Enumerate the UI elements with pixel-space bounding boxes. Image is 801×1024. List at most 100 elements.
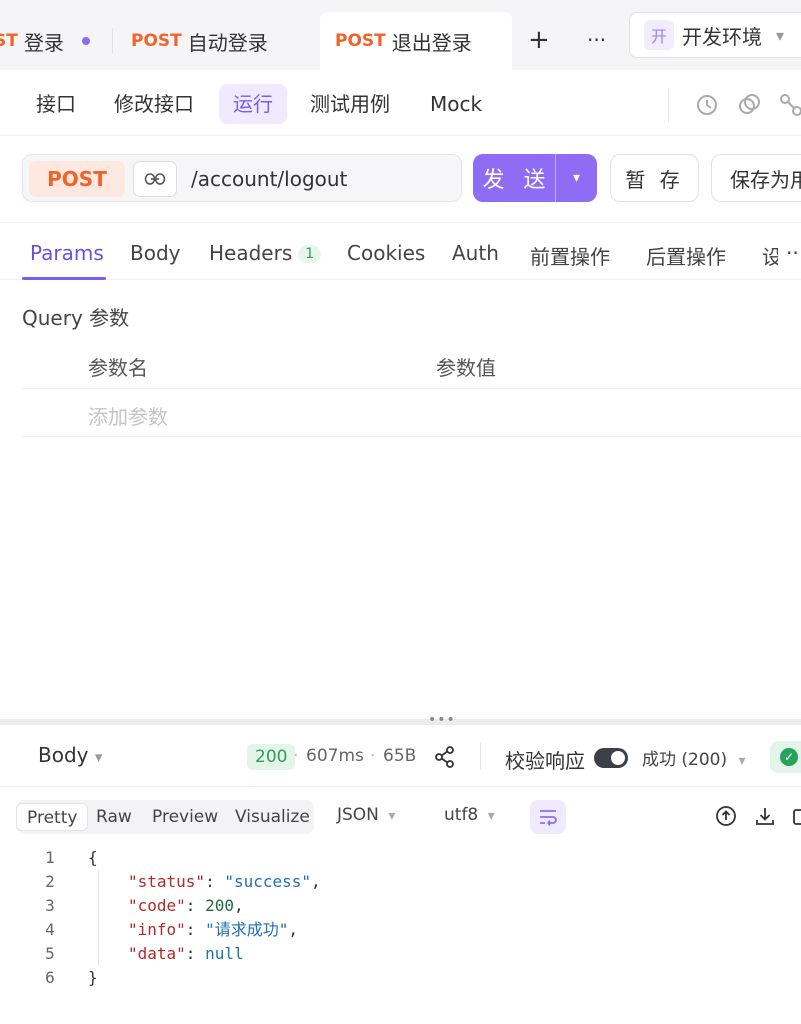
header-divider (480, 743, 481, 769)
result-select[interactable]: 成功 (200) ▾ (642, 745, 746, 770)
tab-body[interactable]: Body (130, 241, 181, 265)
copy-icon[interactable] (736, 92, 762, 118)
toggle-knob (611, 751, 625, 765)
tab-login[interactable]: ST 登录 (0, 12, 90, 70)
wrap-icon (540, 810, 557, 826)
view-tab-raw[interactable]: Raw (86, 803, 142, 831)
tab-title: 登录 (23, 30, 64, 55)
response-header: Body ▾ 200 · 607ms · 65B 校验响应 成功 (200) ▾… (0, 725, 801, 787)
tab-title: 退出登录 (391, 30, 472, 55)
request-url-bar: POST (22, 154, 462, 202)
subnav-item-run[interactable]: 运行 (219, 84, 287, 124)
code-text: } (88, 968, 98, 987)
share-icon[interactable] (435, 746, 455, 768)
line-number: 2 (45, 872, 55, 891)
tab-pre-processors[interactable]: 前置操作 (530, 241, 610, 270)
subnav-divider (668, 88, 669, 122)
new-tab-plus-icon[interactable]: + (528, 24, 550, 56)
chevron-down-icon: ▾ (388, 808, 396, 824)
validate-response-label: 校验响应 (505, 749, 585, 773)
upload-icon[interactable] (715, 805, 737, 827)
unsaved-dot-icon (81, 37, 90, 45)
query-table-header: 参数名 参数值 (22, 344, 801, 389)
active-tab-underline (22, 277, 106, 280)
chevron-down-icon: ▾ (738, 753, 746, 769)
subnav-item-mock[interactable]: Mock (416, 84, 496, 124)
add-param-row[interactable]: 添加参数 (22, 389, 801, 437)
line-number: 5 (45, 944, 55, 963)
view-tab-pretty[interactable]: Pretty (16, 803, 89, 831)
view-tab-visualize[interactable]: Visualize (225, 803, 320, 831)
response-time: 607ms (306, 746, 364, 766)
download-icon[interactable] (754, 805, 776, 827)
code-text: "info": "请求成功", (128, 920, 298, 939)
query-params-label: Query 参数 (22, 306, 130, 330)
tab-auth[interactable]: Auth (452, 241, 499, 265)
code-text: "status": "success", (128, 872, 321, 891)
chevron-down-icon: ▾ (94, 748, 103, 766)
tab-settings[interactable]: 设 (762, 241, 778, 270)
code-text: "code": 200, (128, 896, 244, 915)
request-tab-strip: ST 登录 POST 自动登录 POST 退出登录 + ··· 开 开发环境 ▾ (0, 0, 801, 70)
tab-method: POST (335, 31, 386, 51)
app-window: ST 登录 POST 自动登录 POST 退出登录 + ··· 开 开发环境 ▾… (0, 0, 801, 1024)
tab-divider (112, 28, 113, 54)
subnav-item-api[interactable]: 接口 (22, 84, 90, 124)
line-number: 1 (45, 848, 55, 867)
result-label: 成功 (200) (642, 750, 728, 770)
tab-auto-login[interactable]: POST 自动登录 (131, 12, 268, 70)
save-button[interactable]: 暂 存 (610, 154, 699, 202)
tab-headers-label: Headers (209, 241, 293, 265)
tab-method: POST (131, 31, 182, 51)
column-header-value: 参数值 (436, 356, 496, 380)
api-subnav: 接口 修改接口 运行 测试用例 Mock (0, 70, 801, 136)
method-select[interactable]: POST (29, 161, 125, 197)
chevron-down-icon: ▾ (487, 808, 495, 824)
column-header-name: 参数名 (88, 356, 148, 380)
share-link-icon[interactable] (778, 92, 801, 118)
meta-separator: · (370, 746, 376, 766)
headers-count-badge: 1 (298, 245, 322, 263)
url-input[interactable] (191, 163, 451, 195)
format-select[interactable]: JSON ▾ (337, 805, 395, 825)
response-view-tabs: Pretty Raw Preview Visualize (16, 800, 314, 834)
add-param-placeholder[interactable]: 添加参数 (88, 401, 168, 430)
subnav-item-test-cases[interactable]: 测试用例 (296, 84, 404, 124)
environment-badge: 开 (644, 20, 674, 50)
response-size: 65B (383, 746, 417, 766)
format-label: JSON (337, 805, 379, 825)
subnav-item-edit[interactable]: 修改接口 (100, 84, 208, 124)
request-param-tabs: Params Body Headers 1 Cookies Auth 前置操作 后… (0, 222, 801, 280)
send-label: 发 送 (482, 168, 552, 193)
tab-method: ST (0, 31, 18, 51)
link-icon[interactable] (133, 161, 177, 197)
tab-logout[interactable]: POST 退出登录 (320, 12, 512, 70)
send-button[interactable]: 发 送 ▾ (473, 154, 597, 202)
code-text: { (88, 848, 98, 867)
chevron-down-icon: ▾ (776, 25, 785, 45)
tab-post-processors[interactable]: 后置操作 (646, 241, 726, 270)
view-tab-preview[interactable]: Preview (142, 803, 228, 831)
copy-response-icon[interactable] (791, 805, 801, 827)
response-body-select[interactable]: Body ▾ (38, 743, 102, 767)
validate-response-toggle[interactable] (594, 748, 628, 768)
environment-name: 开发环境 (682, 24, 762, 49)
word-wrap-button[interactable] (530, 800, 566, 834)
encoding-select[interactable]: utf8 ▾ (444, 805, 495, 825)
tab-headers[interactable]: Headers 1 (209, 241, 322, 265)
line-number: 3 (45, 896, 55, 915)
save-as-case-button[interactable]: 保存为用 (711, 154, 801, 202)
tab-title: 自动登录 (187, 30, 268, 55)
more-tabs-icon[interactable]: ·· (786, 241, 799, 265)
tab-cookies[interactable]: Cookies (347, 241, 425, 265)
history-icon[interactable] (694, 92, 720, 118)
encoding-label: utf8 (444, 805, 479, 825)
send-dropdown-chevron-icon[interactable]: ▾ (556, 170, 597, 186)
response-body-label: Body (38, 743, 89, 767)
tab-params[interactable]: Params (30, 241, 104, 265)
environment-select[interactable]: 开 开发环境 ▾ (629, 12, 801, 58)
success-status-icon: ✓ (770, 741, 801, 773)
status-code-badge: 200 (247, 744, 296, 770)
meta-separator: · (293, 746, 299, 766)
more-tabs-icon[interactable]: ··· (587, 24, 606, 56)
